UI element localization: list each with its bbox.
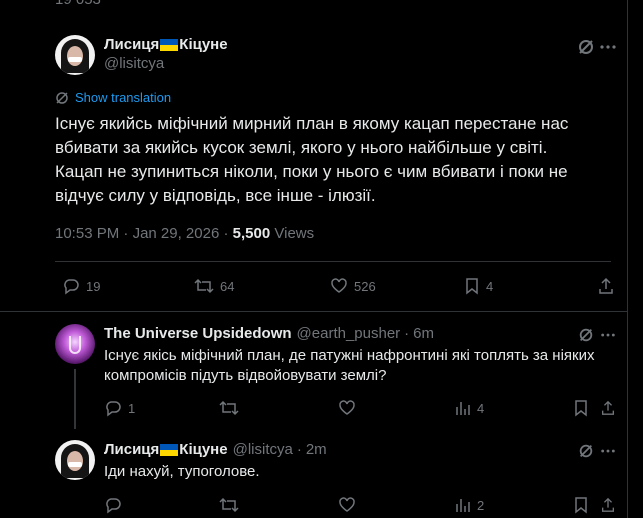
more-options-icon[interactable] [598,326,618,344]
reply-count: 19 [86,278,101,294]
meta-separator: · [296,441,302,458]
reply-author-row[interactable]: The Universe Upsidedown @earth_pusher · … [104,325,434,342]
share-button[interactable] [597,277,615,295]
meta-separator: · [123,225,129,242]
tweet-date[interactable]: Jan 29, 2026 [133,225,220,242]
tweet-meta: 10:53 PM · Jan 29, 2026 · 5,500 Views [55,225,314,242]
show-translation-link[interactable]: Show translation [55,90,171,105]
translate-label[interactable]: Show translation [75,90,171,105]
views-count: 2 [477,497,485,513]
reply-time[interactable]: 2m [306,441,327,458]
bookmark-button[interactable] [573,496,589,514]
heart-icon [339,400,355,415]
divider [0,311,627,312]
like-button[interactable] [338,399,356,417]
ukraine-flag-icon [160,443,179,456]
share-icon [602,497,614,512]
author-handle[interactable]: @earth_pusher [297,325,401,342]
views-chart-icon [456,499,470,512]
reply-text: Іди нахуй, тупоголове. [104,463,260,480]
bookmark-icon [575,497,587,514]
avatar[interactable] [55,324,95,364]
views-count: 5,500 [232,225,271,242]
display-name[interactable]: Лисиця [104,441,159,458]
author-handle[interactable]: @lisitcya [104,55,164,72]
share-button[interactable] [600,399,616,417]
grok-icon[interactable] [576,442,596,460]
display-name[interactable]: Лисиця [104,36,159,53]
reply-author-row[interactable]: Лисиця Кіцуне @lisitcya · 2m [104,441,327,458]
grok-icon[interactable] [576,37,596,57]
bookmark-count: 4 [486,278,494,294]
heart-icon [339,497,355,512]
tweet-time[interactable]: 10:53 PM [55,225,119,242]
bookmark-icon [466,278,478,295]
repost-icon [219,400,239,416]
previous-post-count: 19 053 [55,0,101,8]
reply-button[interactable]: 1 [104,399,135,417]
tweet-text: Існує якийсь міфічний мирний план в яком… [55,114,569,205]
repost-button[interactable] [219,399,239,417]
avatar[interactable] [55,440,95,480]
reply-icon [106,498,121,514]
reply-icon [64,279,79,295]
more-options-icon[interactable] [598,37,618,57]
like-button[interactable] [338,496,356,514]
reply-icon [106,401,121,417]
views-chart-icon [456,402,470,415]
translate-icon [55,91,69,105]
timeline-column: 19 053 Лисиця Кіцуне @lisitcya Show tran… [0,0,628,518]
reply-count: 1 [128,400,136,416]
bookmark-icon [575,400,587,417]
repost-button[interactable] [219,496,239,514]
bookmark-button[interactable]: 4 [464,277,493,295]
author-name-row[interactable]: Лисиця Кіцуне [104,36,228,53]
views-button[interactable]: 4 [455,399,484,417]
reply-text: Існує якісь міфічний план, де патужні на… [104,347,595,384]
divider [55,261,611,262]
reply-button[interactable] [104,496,122,514]
repost-count: 64 [220,278,235,294]
repost-icon [194,278,214,294]
author-handle[interactable]: @lisitcya [233,441,293,458]
reply-button[interactable]: 19 [62,277,100,295]
reply-time[interactable]: 6m [413,325,434,342]
share-icon [599,277,613,294]
repost-button[interactable]: 64 [194,277,234,295]
share-icon [602,400,614,415]
share-button[interactable] [600,496,616,514]
repost-icon [219,497,239,513]
scrollbar[interactable] [628,0,643,518]
bookmark-button[interactable] [573,399,589,417]
display-name[interactable]: The Universe Upsidedown [104,325,292,342]
meta-separator: · [404,325,410,342]
like-count: 526 [354,278,376,294]
views-count: 4 [477,400,485,416]
more-options-icon[interactable] [598,442,618,460]
thread-connector-line [74,369,76,429]
display-name-suffix[interactable]: Кіцуне [179,441,227,458]
avatar[interactable] [55,35,95,75]
views-button[interactable]: 2 [455,496,484,514]
like-button[interactable]: 526 [330,277,376,295]
meta-separator: · [223,225,229,242]
display-name-suffix[interactable]: Кіцуне [179,36,227,53]
ukraine-flag-icon [160,38,179,51]
views-label: Views [274,225,315,242]
heart-icon [331,278,347,293]
grok-icon[interactable] [576,326,596,344]
